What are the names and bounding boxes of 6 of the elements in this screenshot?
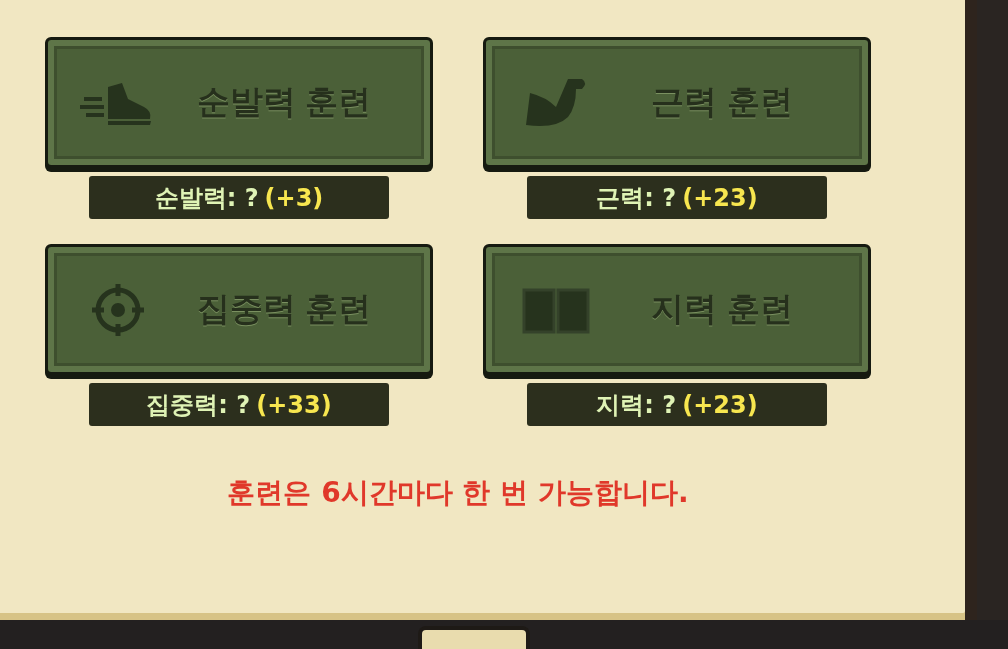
notice-text: 훈련은 6시간마다 한 번 가능합니다. [226, 475, 690, 511]
tab-handle[interactable] [418, 626, 530, 649]
stat-label: 근력: ? (+23) [527, 176, 827, 219]
stat-label: 집중력: ? (+33) [89, 383, 389, 426]
stat-label: 순발력: ? (+3) [89, 176, 389, 219]
stat-label: 지력: ? (+23) [527, 383, 827, 426]
